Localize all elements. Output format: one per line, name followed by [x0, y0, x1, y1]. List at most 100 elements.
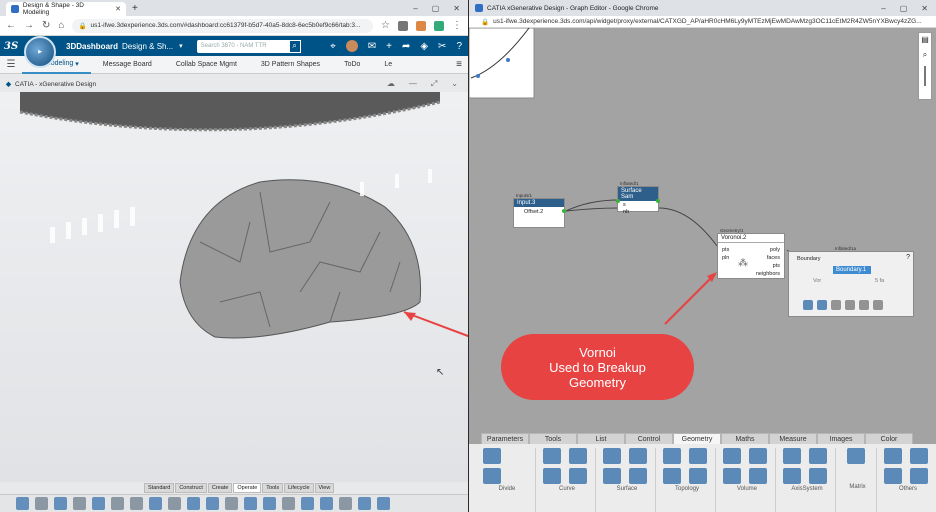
- minimize-widget-icon[interactable]: —: [409, 79, 417, 89]
- help-icon[interactable]: ?: [456, 41, 462, 52]
- select-icon[interactable]: [149, 497, 162, 510]
- curve-tool-icon[interactable]: [168, 497, 181, 510]
- expand-icon[interactable]: ⤢: [431, 79, 437, 89]
- search-input[interactable]: Search 3870 - NAM TTR ⌕: [196, 39, 301, 53]
- folder-icon[interactable]: [845, 300, 855, 310]
- url-field[interactable]: 🔒 us1-ifwe.3dexperience.3ds.com/api/widg…: [475, 16, 930, 27]
- tab-3d-pattern-shapes[interactable]: 3D Pattern Shapes: [249, 56, 332, 74]
- boundary-panel[interactable]: Inflated/1a Boundary Boundary.1 Vor 5 fa…: [788, 246, 914, 317]
- 3ds-logo[interactable]: 3S: [0, 41, 24, 52]
- tab-tools[interactable]: Tools: [262, 483, 284, 493]
- topology-tool-icon[interactable]: [689, 448, 707, 464]
- other-tool-icon[interactable]: [884, 448, 902, 464]
- more-tools-icon[interactable]: [377, 497, 390, 510]
- tab-collab-space[interactable]: Collab Space Mgmt: [164, 56, 249, 74]
- minimize-icon[interactable]: –: [413, 4, 417, 13]
- zoom-slider[interactable]: [924, 66, 926, 86]
- reload-icon[interactable]: ↻: [42, 20, 50, 31]
- chevron-down-icon[interactable]: ▾: [179, 42, 183, 50]
- new-tab-icon[interactable]: +: [132, 3, 138, 14]
- volume-tool-icon[interactable]: [723, 468, 741, 484]
- minimize-icon[interactable]: –: [881, 4, 885, 13]
- transform-tool-icon[interactable]: [282, 497, 295, 510]
- communication-icon[interactable]: ◈: [420, 41, 428, 52]
- measure-tool-icon[interactable]: [358, 497, 371, 510]
- volume-tool-icon[interactable]: [749, 448, 767, 464]
- output-port[interactable]: [656, 199, 660, 203]
- back-icon[interactable]: ←: [6, 20, 16, 31]
- curve-tool-icon[interactable]: [543, 468, 561, 484]
- forward-icon[interactable]: →: [24, 20, 34, 31]
- close-tab-icon[interactable]: ✕: [115, 5, 121, 13]
- topology-tool-icon[interactable]: [663, 468, 681, 484]
- compass-icon[interactable]: ▶: [24, 36, 56, 68]
- browser-tab[interactable]: Design & Shape - 3D Modeling ✕: [6, 2, 126, 16]
- close-window-icon[interactable]: ✕: [453, 4, 460, 13]
- visibility-icon[interactable]: [817, 300, 827, 310]
- tab-more[interactable]: Le: [372, 56, 404, 74]
- zoom-icon[interactable]: ⌕: [923, 50, 927, 60]
- tab-standard[interactable]: Standard: [144, 483, 175, 493]
- copy-icon[interactable]: [92, 497, 105, 510]
- tab-create[interactable]: Create: [207, 483, 233, 493]
- surface-tool-icon[interactable]: [187, 497, 200, 510]
- add-icon[interactable]: [859, 300, 869, 310]
- pattern-tool-icon[interactable]: [263, 497, 276, 510]
- matrix-tool-icon[interactable]: [846, 448, 865, 464]
- delete-icon[interactable]: [873, 300, 883, 310]
- tab-message-board[interactable]: Message Board: [91, 56, 164, 74]
- share-icon[interactable]: ➦: [402, 41, 410, 52]
- axis-tool-icon[interactable]: [809, 448, 827, 464]
- maximize-icon[interactable]: ▢: [432, 4, 440, 13]
- url-field[interactable]: 🔒 us1-ifwe.3dexperience.3ds.com/#dashboa…: [72, 18, 374, 33]
- input-port[interactable]: [616, 199, 620, 203]
- curve-tool-icon[interactable]: [569, 468, 587, 484]
- help-icon[interactable]: ?: [906, 254, 910, 261]
- tab-todo[interactable]: ToDo: [332, 56, 372, 74]
- extension-icon[interactable]: [416, 20, 426, 31]
- undo-icon[interactable]: [111, 497, 124, 510]
- star-icon[interactable]: ☆: [381, 20, 390, 31]
- other-tool-icon[interactable]: [910, 468, 928, 484]
- map-icon[interactable]: ▤: [921, 35, 929, 44]
- menu-icon[interactable]: ⋮: [452, 20, 462, 31]
- other-tool-icon[interactable]: [910, 448, 928, 464]
- close-window-icon[interactable]: ✕: [921, 4, 928, 13]
- surface-tool-icon[interactable]: [629, 448, 647, 464]
- volume-tool-icon[interactable]: [723, 448, 741, 464]
- add-icon[interactable]: +: [386, 41, 392, 52]
- topology-tool-icon[interactable]: [689, 468, 707, 484]
- dashboard-selector[interactable]: Design & Sh...: [122, 42, 173, 51]
- avatar[interactable]: [345, 40, 358, 52]
- cloud-icon[interactable]: ☁: [387, 79, 395, 89]
- other-tool-icon[interactable]: [884, 468, 902, 484]
- curve-tool-icon[interactable]: [543, 448, 561, 464]
- voronoi-node[interactable]: Geometry/1 Voronoi.2 pts pln poly faces pts…: [717, 228, 785, 279]
- curve-tool-icon[interactable]: [569, 448, 587, 464]
- divide-tool-icon[interactable]: [483, 468, 501, 484]
- chevron-down-icon[interactable]: ⌄: [451, 79, 458, 89]
- fillet-tool-icon[interactable]: [206, 497, 219, 510]
- maximize-icon[interactable]: ▢: [900, 4, 908, 13]
- divide-tool-icon[interactable]: [483, 448, 501, 464]
- search-icon[interactable]: [831, 300, 841, 310]
- axis-tool-icon[interactable]: [809, 468, 827, 484]
- surface-tool-icon[interactable]: [603, 448, 621, 464]
- tab-lifecycle[interactable]: Lifecycle: [284, 483, 314, 493]
- tab-construct[interactable]: Construct: [175, 483, 207, 493]
- 3d-viewport[interactable]: ↖: [0, 92, 468, 482]
- extrude-tool-icon[interactable]: [339, 497, 352, 510]
- settings-icon[interactable]: [73, 497, 86, 510]
- offset-tool-icon[interactable]: [244, 497, 257, 510]
- output-port[interactable]: [562, 209, 566, 213]
- home-icon[interactable]: ⌂: [58, 20, 64, 31]
- globe-tool-icon[interactable]: [35, 497, 48, 510]
- notification-icon[interactable]: ✉: [368, 41, 376, 52]
- surface-tool-icon[interactable]: [629, 468, 647, 484]
- tools-icon[interactable]: ✂: [438, 41, 446, 52]
- tab-operate[interactable]: Operate: [233, 483, 262, 493]
- sidebar-menu-icon[interactable]: ☰: [0, 59, 22, 70]
- axis-tool-icon[interactable]: [783, 468, 801, 484]
- volume-tool-icon[interactable]: [749, 468, 767, 484]
- topology-tool-icon[interactable]: [663, 448, 681, 464]
